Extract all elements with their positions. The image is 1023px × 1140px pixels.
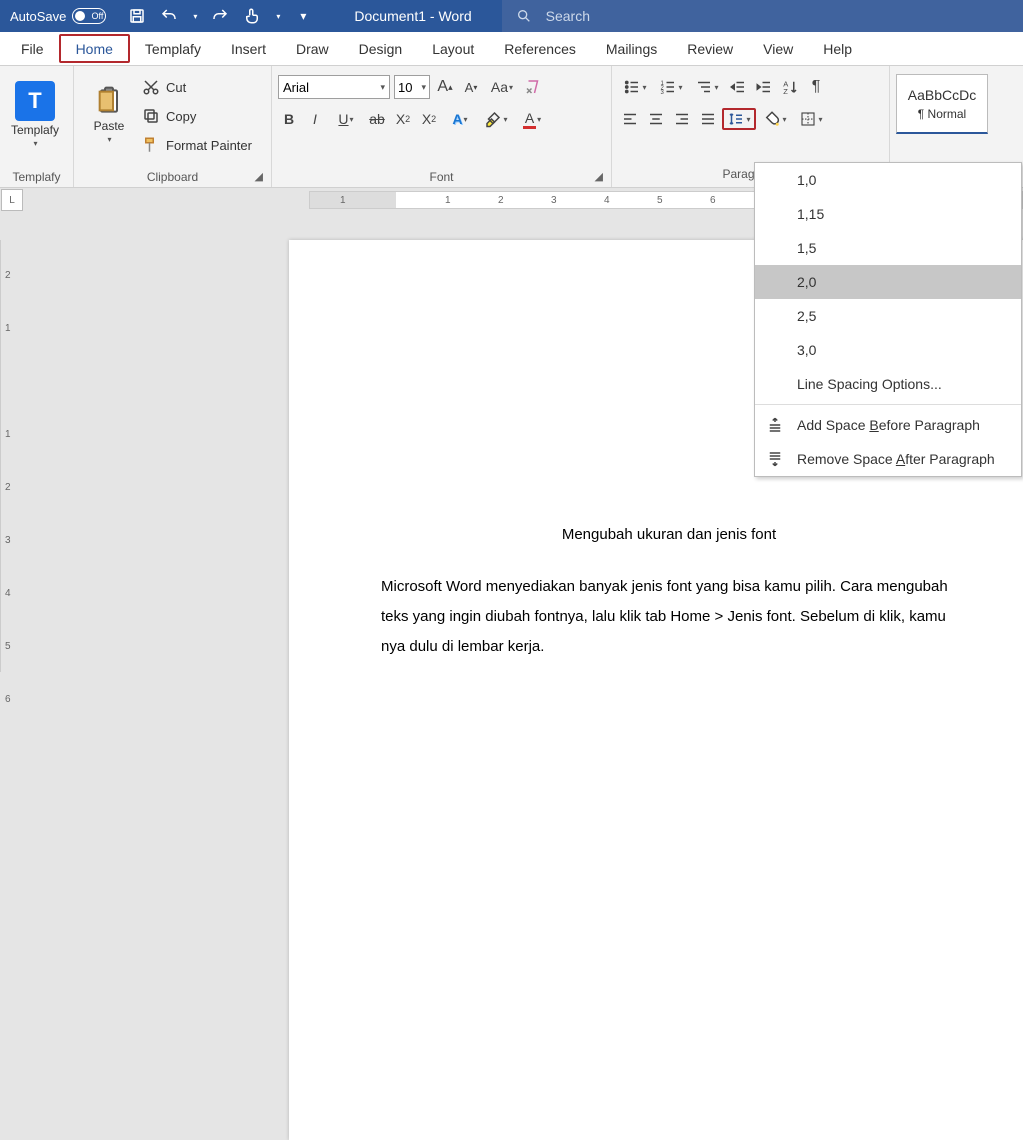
subscript-icon[interactable]: X2 [392, 108, 414, 130]
document-body: Microsoft Word menyediakan banyak jenis … [381, 572, 957, 662]
svg-text:Z: Z [783, 87, 788, 96]
search-box[interactable]: Search [502, 0, 1023, 32]
shading-icon[interactable]: ▾ [758, 108, 792, 130]
group-templafy: T Templafy ▾ Templafy [0, 66, 74, 187]
tab-references[interactable]: References [489, 32, 591, 65]
show-marks-icon[interactable]: ¶ [804, 76, 828, 98]
line-spacing-menu: 1,0 1,15 1,5 2,0 2,5 3,0 Line Spacing Op… [754, 162, 1022, 477]
cut-button[interactable]: Cut [138, 74, 256, 100]
spacing-option-3-0[interactable]: 3,0 [755, 333, 1021, 367]
paste-icon [93, 85, 125, 117]
group-label-clipboard: Clipboard◢ [80, 168, 265, 187]
templafy-icon: T [15, 81, 55, 121]
font-color-icon[interactable]: A▾ [516, 108, 548, 130]
remove-space-after-icon [765, 450, 785, 468]
tab-mailings[interactable]: Mailings [591, 32, 672, 65]
save-icon[interactable] [128, 7, 146, 25]
group-clipboard: Paste ▾ Cut Copy Format Painter Clipboar… [74, 66, 272, 187]
autosave-label: AutoSave [10, 9, 66, 24]
line-spacing-options[interactable]: Line Spacing Options... [755, 367, 1021, 401]
autosave-toggle[interactable]: AutoSave Off [0, 8, 116, 24]
spacing-option-2-5[interactable]: 2,5 [755, 299, 1021, 333]
title-bar: AutoSave Off ▾ ▾ ▾ Document1 - Word Sear… [0, 0, 1023, 32]
document-heading: Mengubah ukuran dan jenis font [381, 520, 957, 550]
italic-icon[interactable]: I [304, 108, 326, 130]
bold-icon[interactable]: B [278, 108, 300, 130]
tab-help[interactable]: Help [808, 32, 867, 65]
touch-dropdown-icon[interactable]: ▾ [276, 12, 280, 21]
add-space-before-icon [765, 416, 785, 434]
highlight-icon[interactable]: ▾ [480, 108, 512, 130]
spacing-option-2-0[interactable]: 2,0 [755, 265, 1021, 299]
search-icon [516, 8, 532, 24]
paste-button[interactable]: Paste ▾ [80, 70, 138, 158]
group-label-font: Font◢ [278, 168, 605, 187]
line-spacing-button[interactable]: ▾ [722, 108, 756, 130]
ruler-vertical[interactable]: 2 1 1 2 3 4 5 6 [0, 240, 1, 672]
tab-review[interactable]: Review [672, 32, 748, 65]
copy-icon [142, 107, 160, 125]
tab-layout[interactable]: Layout [417, 32, 489, 65]
align-center-icon[interactable] [644, 108, 668, 130]
tab-draw[interactable]: Draw [281, 32, 344, 65]
justify-icon[interactable] [696, 108, 720, 130]
underline-icon[interactable]: U▾ [330, 108, 362, 130]
chevron-down-icon: ▾ [107, 135, 111, 144]
bullets-icon[interactable]: ▾ [618, 76, 652, 98]
font-name-combo[interactable]: Arial▾ [278, 75, 390, 99]
style-normal[interactable]: AaBbCcDc ¶ Normal [896, 74, 988, 134]
align-right-icon[interactable] [670, 108, 694, 130]
quick-access-toolbar: ▾ ▾ ▾ [116, 7, 324, 25]
toggle-switch[interactable]: Off [72, 8, 106, 24]
menu-separator [755, 404, 1021, 405]
ribbon-tabs: File Home Templafy Insert Draw Design La… [0, 32, 1023, 66]
change-case-icon[interactable]: Aa▾ [486, 76, 518, 98]
undo-icon[interactable] [160, 7, 178, 25]
text-effects-icon[interactable]: A▾ [444, 108, 476, 130]
decrease-indent-icon[interactable] [726, 76, 750, 98]
tab-file[interactable]: File [6, 32, 59, 65]
font-size-combo[interactable]: 10▾ [394, 75, 430, 99]
grow-font-icon[interactable]: A▴ [434, 76, 456, 98]
tab-selector[interactable]: L [1, 189, 23, 211]
format-painter-icon [142, 136, 160, 154]
svg-text:3: 3 [661, 90, 665, 96]
redo-icon[interactable] [211, 7, 229, 25]
clipboard-launcher-icon[interactable]: ◢ [255, 170, 263, 183]
clear-formatting-icon[interactable] [522, 76, 544, 98]
spacing-option-1-5[interactable]: 1,5 [755, 231, 1021, 265]
touch-mode-icon[interactable] [243, 7, 261, 25]
strikethrough-icon[interactable]: ab [366, 108, 388, 130]
increase-indent-icon[interactable] [752, 76, 776, 98]
tab-insert[interactable]: Insert [216, 32, 281, 65]
document-title: Document1 - Word [324, 8, 501, 24]
group-font: Arial▾ 10▾ A▴ A▾ Aa▾ B I U▾ ab X2 X2 A▾ … [272, 66, 612, 187]
cut-icon [142, 78, 160, 96]
borders-icon[interactable]: ▾ [794, 108, 828, 130]
superscript-icon[interactable]: X2 [418, 108, 440, 130]
tab-templafy[interactable]: Templafy [130, 32, 216, 65]
qat-customize-icon[interactable]: ▾ [294, 7, 312, 25]
tab-home[interactable]: Home [59, 34, 130, 63]
align-left-icon[interactable] [618, 108, 642, 130]
spacing-option-1-15[interactable]: 1,15 [755, 197, 1021, 231]
tab-view[interactable]: View [748, 32, 808, 65]
undo-dropdown-icon[interactable]: ▾ [193, 12, 197, 21]
group-label-templafy: Templafy [6, 168, 67, 187]
shrink-font-icon[interactable]: A▾ [460, 76, 482, 98]
multilevel-list-icon[interactable]: ▾ [690, 76, 724, 98]
add-space-before[interactable]: Add Space Before Paragraph [755, 408, 1021, 442]
remove-space-after[interactable]: Remove Space After Paragraph [755, 442, 1021, 476]
copy-button[interactable]: Copy [138, 103, 256, 129]
search-placeholder: Search [546, 8, 590, 24]
spacing-option-1-0[interactable]: 1,0 [755, 163, 1021, 197]
format-painter-button[interactable]: Format Painter [138, 132, 256, 158]
font-launcher-icon[interactable]: ◢ [595, 170, 603, 183]
templafy-button[interactable]: T Templafy ▾ [6, 70, 64, 158]
chevron-down-icon: ▾ [33, 139, 37, 148]
numbering-icon[interactable]: 123▾ [654, 76, 688, 98]
tab-design[interactable]: Design [344, 32, 418, 65]
sort-icon[interactable]: AZ [778, 76, 802, 98]
